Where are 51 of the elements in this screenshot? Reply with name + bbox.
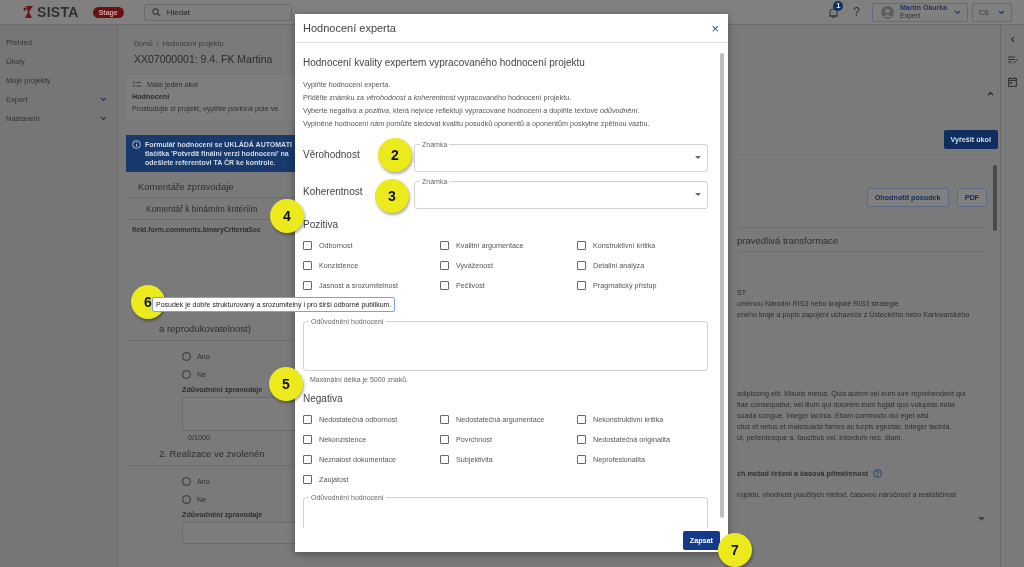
checkbox[interactable] <box>303 280 312 290</box>
search-icon <box>151 7 161 17</box>
text-area[interactable] <box>182 397 297 431</box>
checkbox[interactable] <box>577 434 586 444</box>
checkbox[interactable] <box>303 240 312 250</box>
group-title: Negativa <box>303 393 344 404</box>
checkbox[interactable] <box>577 260 586 270</box>
chevron-down-icon <box>954 9 961 15</box>
dialog-title: Hodnocení experta <box>303 22 396 34</box>
chevron-up-icon[interactable] <box>987 91 994 96</box>
logo-text[interactable]: SISTA <box>37 4 79 20</box>
checklist-icon <box>132 81 141 88</box>
checkbox[interactable] <box>303 454 312 464</box>
chevron-down-icon <box>100 97 107 102</box>
checkbox[interactable] <box>577 280 586 290</box>
grade-label: Věrohodnost <box>303 148 360 162</box>
dropdown-arrow-icon <box>695 156 701 159</box>
close-button[interactable]: × <box>709 21 721 35</box>
checkbox[interactable] <box>303 414 312 424</box>
dropdown-arrow-icon <box>695 193 701 196</box>
avatar-icon <box>881 5 894 19</box>
checkbox[interactable] <box>440 280 449 290</box>
checkbox[interactable] <box>577 414 586 424</box>
checkbox[interactable] <box>440 434 449 444</box>
chevron-down-icon <box>100 116 107 121</box>
step-marker: 5 <box>269 367 303 401</box>
checkbox[interactable] <box>440 414 449 424</box>
checkbox[interactable] <box>577 454 586 464</box>
step-marker: 7 <box>718 533 752 567</box>
checkbox[interactable] <box>577 240 586 250</box>
chevron-down-icon <box>998 9 1005 15</box>
info-icon <box>132 140 141 149</box>
calendar-icon[interactable] <box>1008 77 1017 87</box>
checkbox[interactable] <box>440 260 449 270</box>
logo-mark-icon <box>22 5 36 19</box>
checkbox[interactable] <box>303 434 312 444</box>
grade-label: Koherentnost <box>303 185 363 199</box>
search-field[interactable]: Hledat <box>143 3 292 21</box>
bell-icon <box>828 6 840 19</box>
help-button[interactable]: ? <box>853 5 860 19</box>
chevron-left-icon[interactable] <box>1010 36 1015 43</box>
checkbox[interactable] <box>440 240 449 250</box>
dialog-heading: Hodnocení kvality expertem vypracovaného hodnocení projektu <box>303 57 586 68</box>
page-title: XX07000001: 9.4. FK Martina <box>134 53 274 65</box>
checkbox[interactable] <box>440 454 449 464</box>
section-tab[interactable]: pravedlivá transformace <box>737 227 987 252</box>
list-edit-icon[interactable] <box>1007 56 1018 64</box>
checkbox[interactable] <box>303 260 312 270</box>
checkbox[interactable] <box>303 474 312 484</box>
group-title: Pozitiva <box>303 219 339 230</box>
step-marker: 4 <box>270 199 304 233</box>
